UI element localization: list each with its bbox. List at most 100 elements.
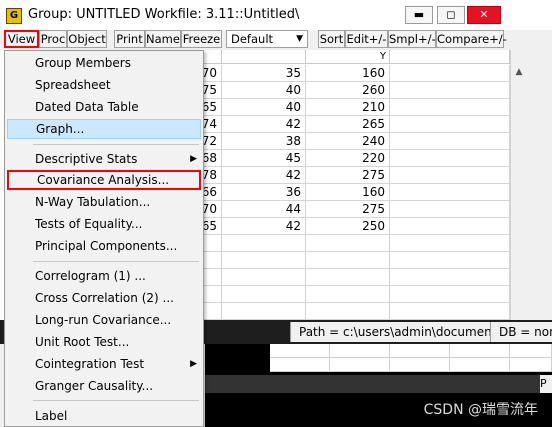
table-cell[interactable]: 275 <box>306 201 390 218</box>
column-header[interactable] <box>390 50 510 64</box>
watermark: CSDN @瑞雪流年 <box>423 402 538 418</box>
table-cell[interactable] <box>390 150 510 167</box>
table-cell[interactable] <box>390 82 510 99</box>
table-cell[interactable] <box>306 286 390 303</box>
menu-item-label: Descriptive Stats <box>35 152 138 166</box>
table-cell[interactable]: 265 <box>306 116 390 133</box>
menu-item-cross-correlation[interactable]: Cross Correlation (2) ... <box>7 288 201 308</box>
column-header-y[interactable]: Y <box>306 50 390 64</box>
close-button[interactable]: ✕ <box>467 6 501 24</box>
submenu-arrow-icon: ▶ <box>190 154 197 164</box>
table-cell[interactable] <box>390 269 510 286</box>
sort-button[interactable]: Sort <box>318 30 345 48</box>
table-cell[interactable] <box>222 286 306 303</box>
menu-item-dated-data-table[interactable]: Dated Data Table <box>7 97 201 117</box>
menu-item-tests-of-equality[interactable]: Tests of Equality... <box>7 214 201 234</box>
table-cell[interactable] <box>390 184 510 201</box>
maximize-button[interactable]: ◻ <box>437 6 465 24</box>
table-cell[interactable] <box>390 167 510 184</box>
compare-button[interactable]: Compare+/- <box>436 30 507 48</box>
table-cell[interactable] <box>222 252 306 269</box>
freeze-button[interactable]: Freeze <box>181 30 222 48</box>
name-button[interactable]: Name <box>145 30 181 48</box>
table-cell[interactable] <box>390 218 510 235</box>
table-cell[interactable]: 42 <box>222 167 306 184</box>
table-cell[interactable] <box>390 235 510 252</box>
proc-button[interactable]: Proc <box>39 30 67 48</box>
minimize-button[interactable]: ▬ <box>405 6 433 24</box>
vertical-scrollbar[interactable]: ▲ <box>510 50 527 320</box>
menu-item-principal-components[interactable]: Principal Components... <box>7 236 201 256</box>
table-cell[interactable] <box>390 116 510 133</box>
object-button[interactable]: Object <box>67 30 107 48</box>
print-button[interactable]: Print <box>114 30 145 48</box>
menu-item-cointegration-test[interactable]: Cointegration Test ▶ <box>7 354 201 374</box>
table-cell[interactable] <box>306 269 390 286</box>
window-title: Group: UNTITLED Workfile: 3.11::Untitled… <box>28 7 300 22</box>
table-cell[interactable]: 275 <box>306 167 390 184</box>
menu-item-n-way-tabulation[interactable]: N-Way Tabulation... <box>7 192 201 212</box>
display-format-value: Default <box>231 32 274 46</box>
view-button[interactable]: View <box>4 30 39 48</box>
table-cell[interactable]: 260 <box>306 82 390 99</box>
menu-separator <box>33 144 199 145</box>
table-cell[interactable] <box>306 235 390 252</box>
group-toolbar: View Proc Object Print Name Freeze Defau… <box>0 30 552 50</box>
table-cell[interactable]: 35 <box>222 65 306 82</box>
background-window-bar <box>205 375 552 393</box>
display-format-dropdown[interactable]: Default ▼ <box>226 30 308 48</box>
table-cell[interactable] <box>222 269 306 286</box>
path-status: Path = c:\users\admin\documents <box>290 322 503 342</box>
menu-item-label: Cointegration Test <box>35 357 145 371</box>
menu-item-group-members[interactable]: Group Members <box>7 53 201 73</box>
db-status: DB = none <box>490 322 552 342</box>
view-menu: Group Members Spreadsheet Dated Data Tab… <box>4 50 204 427</box>
table-cell[interactable]: 42 <box>222 116 306 133</box>
table-cell[interactable] <box>390 303 510 320</box>
table-cell[interactable]: 36 <box>222 184 306 201</box>
table-cell[interactable]: 40 <box>222 99 306 116</box>
background-window-tab[interactable]: P <box>540 375 552 393</box>
table-cell[interactable]: 40 <box>222 82 306 99</box>
menu-item-spreadsheet[interactable]: Spreadsheet <box>7 75 201 95</box>
menu-item-covariance-analysis[interactable]: Covariance Analysis... <box>7 170 201 190</box>
table-cell[interactable]: 45 <box>222 150 306 167</box>
table-cell[interactable] <box>306 252 390 269</box>
table-cell[interactable]: 220 <box>306 150 390 167</box>
menu-item-granger-causality[interactable]: Granger Causality... <box>7 376 201 396</box>
table-cell[interactable]: 44 <box>222 201 306 218</box>
edit-button[interactable]: Edit+/- <box>345 30 388 48</box>
smpl-button[interactable]: Smpl+/- <box>388 30 436 48</box>
scroll-up-icon[interactable]: ▲ <box>511 64 527 80</box>
table-cell[interactable] <box>222 303 306 320</box>
table-cell[interactable] <box>390 65 510 82</box>
menu-item-unit-root-test[interactable]: Unit Root Test... <box>7 332 201 352</box>
table-cell[interactable] <box>222 235 306 252</box>
menu-separator <box>33 261 199 262</box>
table-cell[interactable] <box>390 133 510 150</box>
chevron-down-icon: ▼ <box>296 34 303 44</box>
table-cell[interactable]: 210 <box>306 99 390 116</box>
table-cell[interactable] <box>390 252 510 269</box>
table-cell[interactable]: 160 <box>306 65 390 82</box>
eviews-group-icon: G <box>6 8 22 24</box>
menu-item-label[interactable]: Label <box>7 406 201 426</box>
menu-item-descriptive-stats[interactable]: Descriptive Stats ▶ <box>7 149 201 169</box>
menu-item-graph[interactable]: Graph... <box>7 119 201 139</box>
table-cell[interactable] <box>390 99 510 116</box>
table-cell[interactable] <box>390 201 510 218</box>
table-cell[interactable]: 42 <box>222 218 306 235</box>
menu-item-long-run-covariance[interactable]: Long-run Covariance... <box>7 310 201 330</box>
background-grid <box>270 344 552 372</box>
table-cell[interactable]: 250 <box>306 218 390 235</box>
title-bar: G Group: UNTITLED Workfile: 3.11::Untitl… <box>0 0 552 30</box>
table-cell[interactable]: 240 <box>306 133 390 150</box>
table-cell[interactable]: 38 <box>222 133 306 150</box>
table-cell[interactable]: 160 <box>306 184 390 201</box>
column-header[interactable] <box>222 50 306 64</box>
menu-item-correlogram[interactable]: Correlogram (1) ... <box>7 266 201 286</box>
submenu-arrow-icon: ▶ <box>190 359 197 369</box>
table-cell[interactable] <box>390 286 510 303</box>
table-cell[interactable] <box>306 303 390 320</box>
menu-separator <box>33 400 199 401</box>
